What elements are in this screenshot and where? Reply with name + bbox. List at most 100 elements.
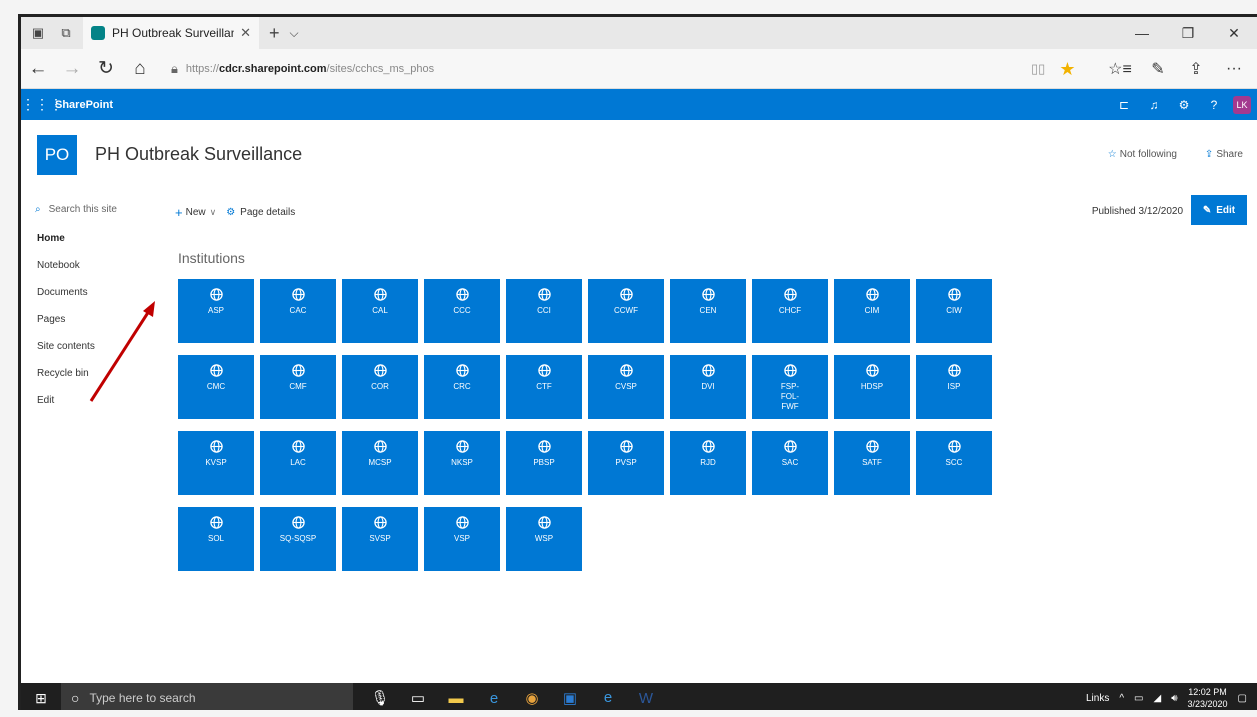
institution-tile[interactable]: DVI	[670, 355, 746, 419]
windows-start-icon[interactable]: ⊞	[21, 690, 61, 707]
url-field[interactable]: 🔒︎ https:// cdcr.sharepoint.com /sites/c…	[171, 54, 1031, 84]
institution-tile[interactable]: HDSP	[834, 355, 910, 419]
edit-button[interactable]: ✎ Edit	[1191, 195, 1247, 225]
institution-tile[interactable]: ASP	[178, 279, 254, 343]
microphone-icon[interactable]: 🎙︎	[361, 683, 399, 710]
institution-tile[interactable]: LAC	[260, 431, 336, 495]
institution-tile[interactable]: CAC	[260, 279, 336, 343]
maximize-icon[interactable]: ❐	[1165, 17, 1211, 49]
chevron-down-icon[interactable]: ∨	[210, 207, 217, 218]
institution-tile[interactable]: CMC	[178, 355, 254, 419]
more-icon[interactable]: ···	[1215, 60, 1253, 78]
nav-item-home[interactable]: Home	[37, 232, 95, 259]
new-button[interactable]: New	[186, 207, 206, 218]
institution-tile[interactable]: MCSP	[342, 431, 418, 495]
word-icon[interactable]: W	[627, 683, 665, 710]
institution-tile[interactable]: CRC	[424, 355, 500, 419]
institution-tile[interactable]: CIW	[916, 279, 992, 343]
site-title[interactable]: PH Outbreak Surveillance	[95, 144, 302, 165]
forward-icon[interactable]: →	[55, 52, 89, 86]
institution-tile[interactable]: VSP	[424, 507, 500, 571]
institution-tile[interactable]: KVSP	[178, 431, 254, 495]
institution-tile[interactable]: CIM	[834, 279, 910, 343]
action-center-icon[interactable]: ▢	[1238, 693, 1247, 704]
taskbar-search-input[interactable]: ○ Type here to search	[61, 683, 353, 710]
follow-button[interactable]: ☆ Not following	[1108, 149, 1177, 160]
file-explorer-icon[interactable]: ▬	[437, 683, 475, 710]
page-details-button[interactable]: Page details	[240, 207, 295, 218]
tab-list-chevron-icon[interactable]: ⌵	[290, 26, 299, 41]
institution-tile[interactable]: SCC	[916, 431, 992, 495]
institution-tile[interactable]: CHCF	[752, 279, 828, 343]
network-icon[interactable]: ◢	[1153, 693, 1161, 704]
url-host: cdcr.sharepoint.com	[218, 62, 327, 75]
institution-tile[interactable]: CEN	[670, 279, 746, 343]
internet-explorer-icon[interactable]: e	[475, 683, 513, 710]
institution-tile[interactable]: SQ-SQSP	[260, 507, 336, 571]
institution-tile[interactable]: CAL	[342, 279, 418, 343]
browser-tab[interactable]: PH Outbreak Surveillanc ✕	[83, 17, 259, 49]
refresh-icon[interactable]: ↻	[89, 52, 123, 86]
globe-icon	[291, 364, 305, 377]
institution-tile[interactable]: RJD	[670, 431, 746, 495]
back-icon[interactable]: ←	[21, 52, 55, 86]
institution-tile[interactable]: PBSP	[506, 431, 582, 495]
tile-label: CIW	[946, 306, 962, 315]
settings-icon[interactable]: ⚙	[1169, 98, 1199, 112]
favorites-icon[interactable]: ☆≡	[1101, 59, 1139, 79]
links-toolbar[interactable]: Links	[1086, 693, 1109, 704]
help-icon[interactable]: ?	[1199, 98, 1229, 112]
institution-tile[interactable]: SATF	[834, 431, 910, 495]
institution-tile[interactable]: SAC	[752, 431, 828, 495]
institution-tile[interactable]: ISP	[916, 355, 992, 419]
avatar[interactable]: LK	[1233, 95, 1251, 114]
share-browser-icon[interactable]: ⇪	[1177, 59, 1215, 79]
tile-label: MCSP	[368, 458, 392, 467]
tile-label: CTF	[536, 382, 552, 391]
institution-tile[interactable]: CCC	[424, 279, 500, 343]
tray-expand-icon[interactable]: ^	[1119, 693, 1124, 704]
clock[interactable]: 12:02 PM 3/23/2020	[1188, 686, 1228, 710]
new-tab-icon[interactable]: +	[269, 23, 280, 44]
share-button[interactable]: ⇪ Share	[1205, 149, 1243, 160]
home-icon[interactable]: ⌂	[123, 52, 157, 86]
globe-icon	[209, 516, 223, 529]
institution-tile[interactable]: NKSP	[424, 431, 500, 495]
tabs-aside-icon[interactable]: ⧉	[55, 22, 77, 44]
institution-tile[interactable]: FSP-FOL-FWF	[752, 355, 828, 419]
institution-tile[interactable]: CCI	[506, 279, 582, 343]
reading-view-icon[interactable]: ▯▯	[1031, 61, 1045, 77]
tab-close-icon[interactable]: ✕	[240, 25, 251, 41]
system-tray: Links ^ ▭ ◢ 🔊︎ 12:02 PM 3/23/2020 ▢	[1086, 683, 1257, 710]
battery-icon[interactable]: ▭	[1134, 693, 1143, 704]
notifications-icon[interactable]: ♫	[1139, 98, 1169, 112]
site-search-placeholder: Search this site	[48, 204, 117, 215]
site-logo[interactable]: PO	[37, 135, 77, 175]
institution-tile[interactable]: CMF	[260, 355, 336, 419]
institution-tile[interactable]: WSP	[506, 507, 582, 571]
edge-icon[interactable]: e	[589, 683, 627, 710]
institution-tile[interactable]: SVSP	[342, 507, 418, 571]
task-view-icon[interactable]: ▭	[399, 683, 437, 710]
outlook-icon[interactable]: ▣	[551, 683, 589, 710]
feedback-icon[interactable]: ⊏	[1109, 98, 1139, 112]
pen-icon[interactable]: ✎	[1139, 59, 1177, 79]
nav-item-notebook[interactable]: Notebook	[37, 259, 95, 286]
sharepoint-brand[interactable]: SharePoint	[55, 99, 113, 111]
institution-tile[interactable]: PVSP	[588, 431, 664, 495]
close-window-icon[interactable]: ✕	[1211, 17, 1257, 49]
volume-icon[interactable]: 🔊︎	[1171, 693, 1177, 704]
favorite-star-icon[interactable]: ★	[1059, 59, 1075, 80]
institution-tile[interactable]: SOL	[178, 507, 254, 571]
minimize-icon[interactable]: —	[1119, 17, 1165, 49]
institution-tile[interactable]: CTF	[506, 355, 582, 419]
tile-label: DVI	[701, 382, 715, 391]
institution-tile[interactable]: CCWF	[588, 279, 664, 343]
chrome-icon[interactable]: ◉	[513, 683, 551, 710]
tile-label: NKSP	[451, 458, 473, 467]
app-launcher-icon[interactable]: ⋮⋮⋮	[21, 96, 63, 113]
institution-tile[interactable]: CVSP	[588, 355, 664, 419]
site-search-input[interactable]: ⌕ Search this site	[35, 204, 117, 215]
institution-tile[interactable]: COR	[342, 355, 418, 419]
tab-actions-icon[interactable]: ▣	[27, 22, 49, 44]
